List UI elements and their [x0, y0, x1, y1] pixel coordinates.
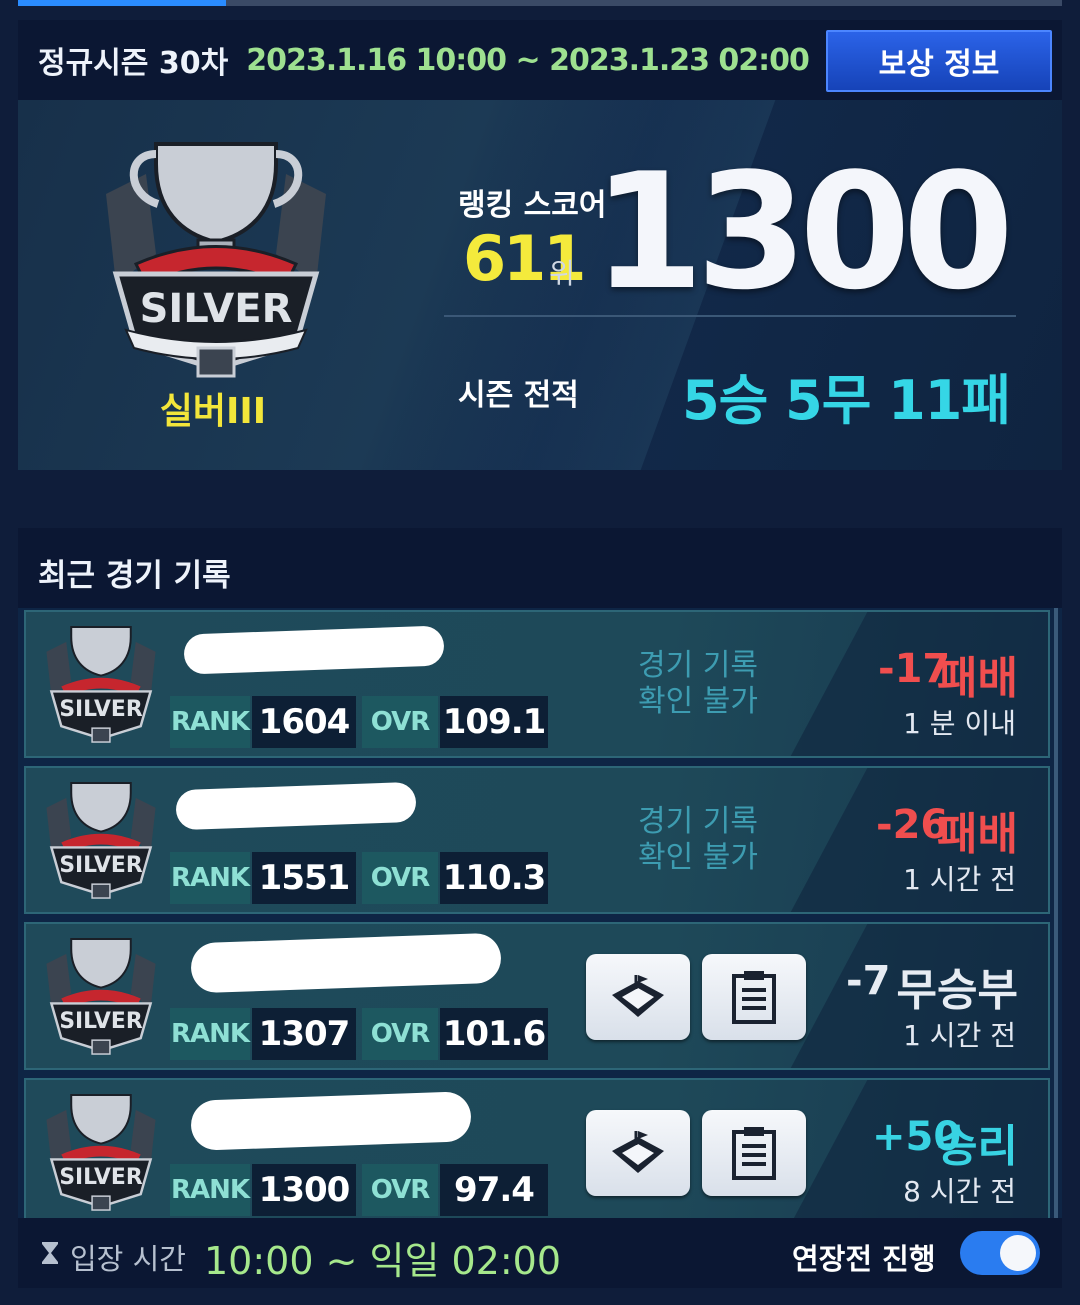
opponent-ovr: 110.3	[440, 852, 548, 904]
silver-league-emblem-icon: SILVER	[106, 142, 326, 378]
redacted-player-name	[190, 1091, 472, 1151]
svg-text:SILVER: SILVER	[140, 286, 293, 332]
rank-unit: 위	[549, 257, 575, 290]
clipboard-icon	[732, 1127, 776, 1180]
match-result: 무승부	[896, 965, 1018, 1016]
recent-matches-header: 최근 경기 기록	[18, 528, 1062, 608]
redacted-player-name	[183, 625, 445, 675]
season-dates: 2023.1.16 10:00 ~ 2023.1.23 02:00	[246, 42, 810, 78]
rank-label: RANK	[170, 1164, 250, 1216]
rank-label: RANK	[170, 696, 250, 748]
rank-label: RANK	[170, 852, 250, 904]
match-result: 승리	[937, 1121, 1018, 1172]
season-title: 정규시즌 30차	[38, 46, 229, 81]
season-summary-panel: SILVER 실버III 랭킹 스코어 611 위 1300 시즌 전적 5승 …	[18, 100, 1062, 470]
match-time: 1 시간 전	[903, 863, 1016, 896]
ovr-label: OVR	[362, 852, 438, 904]
recent-matches-title: 최근 경기 기록	[38, 558, 231, 594]
scrollbar[interactable]	[1054, 608, 1058, 1218]
svg-text:SILVER: SILVER	[59, 1165, 143, 1190]
opponent-rank: 1300	[252, 1164, 356, 1216]
season-record-value: 5승 5무 11패	[682, 369, 1011, 432]
hourglass-icon	[42, 1242, 58, 1264]
opponent-rank: 1551	[252, 852, 356, 904]
redacted-player-name	[175, 781, 417, 831]
opponent-ovr: 101.6	[440, 1008, 548, 1060]
match-time: 1 분 이내	[903, 707, 1016, 740]
match-row[interactable]: SILVER RANK 1604 OVR 109.1 경기 기록 확인 불가 -…	[24, 610, 1050, 758]
entry-time-label: 입장 시간	[70, 1242, 186, 1276]
opponent-ovr: 109.1	[440, 696, 548, 748]
record-unavailable-note: 경기 기록 확인 불가	[638, 804, 758, 875]
redacted-player-name	[190, 932, 502, 994]
silver-league-emblem-icon: SILVER	[46, 625, 156, 743]
match-list[interactable]: SILVER RANK 1604 OVR 109.1 경기 기록 확인 불가 -…	[18, 608, 1062, 1218]
top-progress-bar	[18, 0, 1062, 6]
entry-time-value: 10:00 ~ 익일 02:00	[204, 1239, 562, 1283]
svg-text:SILVER: SILVER	[59, 853, 143, 878]
svg-text:SILVER: SILVER	[59, 697, 143, 722]
stadium-view-button[interactable]	[586, 1110, 690, 1196]
silver-league-emblem-icon: SILVER	[46, 937, 156, 1055]
match-row[interactable]: SILVER RANK 1551 OVR 110.3 경기 기록 확인 불가 -…	[24, 766, 1050, 914]
divider	[444, 315, 1016, 317]
clipboard-icon	[732, 971, 776, 1024]
footer-bar: 입장 시간 10:00 ~ 익일 02:00 연장전 진행	[18, 1218, 1062, 1288]
match-time: 8 시간 전	[903, 1175, 1016, 1208]
match-log-button[interactable]	[702, 954, 806, 1040]
opponent-rank: 1307	[252, 1008, 356, 1060]
ovr-label: OVR	[362, 1008, 438, 1060]
reward-info-button[interactable]: 보상 정보	[826, 30, 1052, 92]
ovr-label: OVR	[362, 696, 438, 748]
season-header: 정규시즌 30차 2023.1.16 10:00 ~ 2023.1.23 02:…	[18, 20, 1062, 100]
match-log-button[interactable]	[702, 1110, 806, 1196]
match-row[interactable]: SILVER RANK 1300 OVR 97.4 +50 승리 8 시간 전	[24, 1078, 1050, 1218]
stadium-icon	[612, 975, 664, 1017]
overtime-toggle[interactable]	[960, 1231, 1040, 1275]
score-delta: -7	[846, 958, 891, 1004]
ranking-score-value: 1300	[592, 138, 1014, 325]
match-row[interactable]: SILVER RANK 1307 OVR 101.6 -7 무승부 1 시간 전	[24, 922, 1050, 1070]
record-unavailable-note: 경기 기록 확인 불가	[638, 648, 758, 719]
opponent-ovr: 97.4	[440, 1164, 548, 1216]
rank-label: RANK	[170, 1008, 250, 1060]
silver-league-emblem-icon: SILVER	[46, 1093, 156, 1211]
match-result: 패배	[937, 653, 1018, 704]
ranking-score-label: 랭킹 스코어	[458, 188, 607, 223]
opponent-rank: 1604	[252, 696, 356, 748]
overtime-label: 연장전 진행	[792, 1242, 936, 1276]
ovr-label: OVR	[362, 1164, 438, 1216]
stadium-icon	[612, 1131, 664, 1173]
tier-name: 실버III	[159, 391, 267, 432]
svg-text:SILVER: SILVER	[59, 1009, 143, 1034]
season-record-label: 시즌 전적	[458, 378, 579, 413]
match-time: 1 시간 전	[903, 1019, 1016, 1052]
match-result: 패배	[937, 809, 1018, 860]
stadium-view-button[interactable]	[586, 954, 690, 1040]
silver-league-emblem-icon: SILVER	[46, 781, 156, 899]
